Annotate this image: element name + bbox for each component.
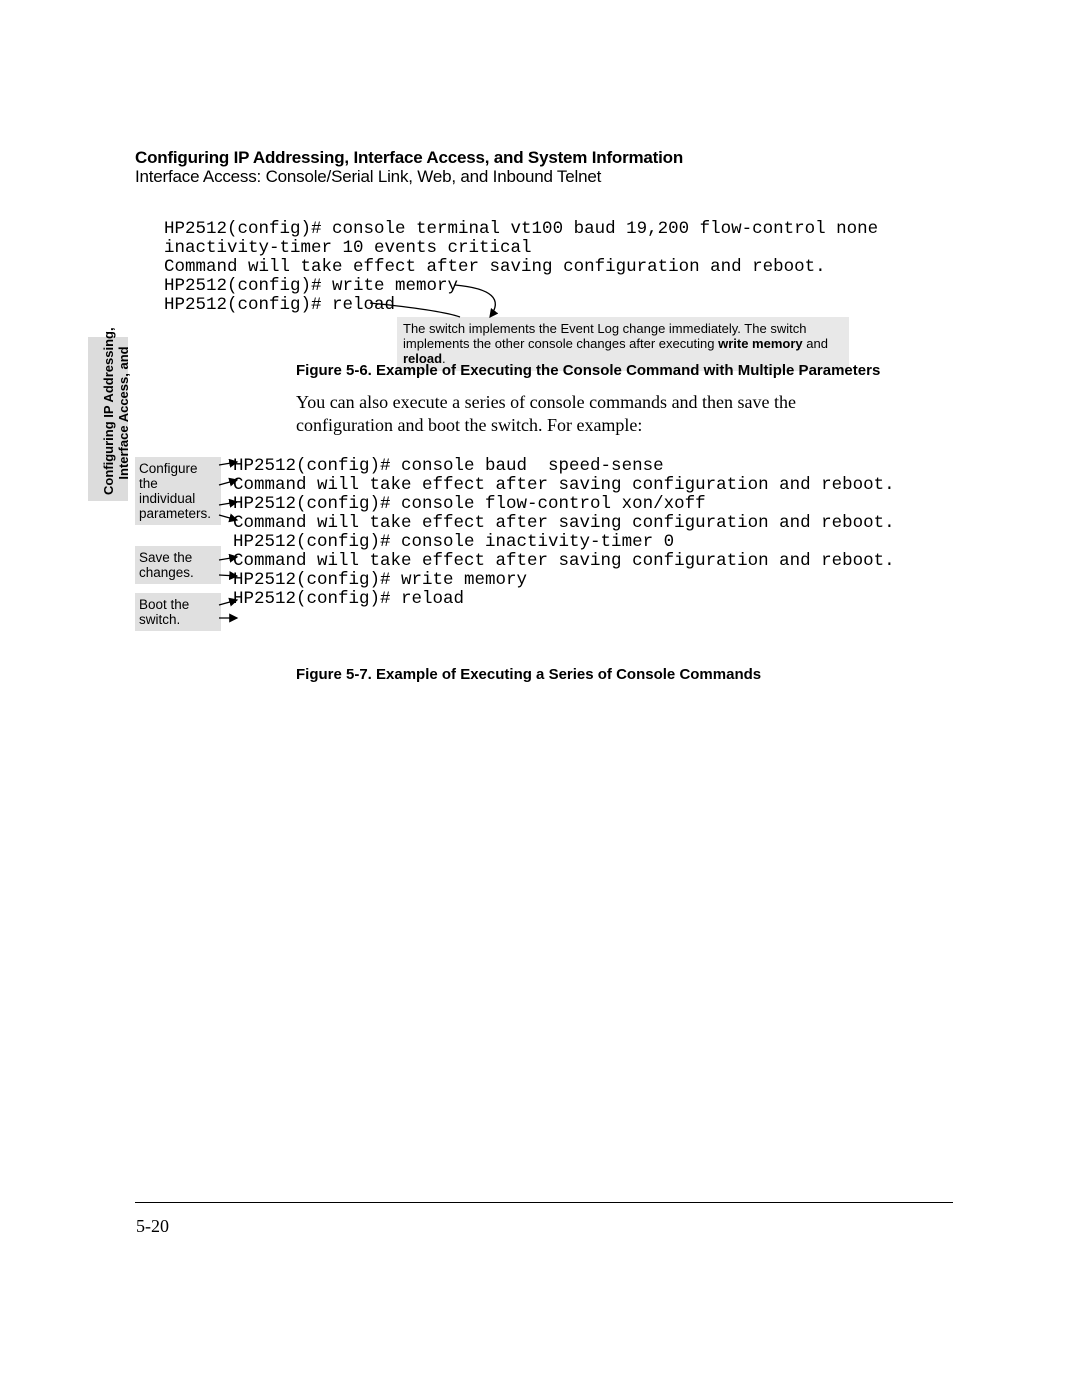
code-line: Command will take effect after saving co… <box>233 513 895 533</box>
side-tab: Configuring IP Addressing, Interface Acc… <box>88 337 128 501</box>
code-line: HP2512(config)# console inactivity-timer… <box>233 532 674 552</box>
footer-rule <box>135 1202 953 1203</box>
body-paragraph: You can also execute a series of console… <box>296 391 836 437</box>
page-number: 5-20 <box>136 1216 169 1237</box>
code-line: HP2512(config)# console terminal vt100 b… <box>164 219 878 239</box>
code-line: HP2512(config)# reload <box>233 589 464 609</box>
code-line: HP2512(config)# console flow-control xon… <box>233 494 706 514</box>
code-line: HP2512(config)# console baud speed-sense <box>233 456 664 476</box>
annotation-save: Save the changes. <box>135 546 221 584</box>
figure-5-6-caption: Figure 5-6. Example of Executing the Con… <box>296 362 880 379</box>
annotation-boot: Boot the switch. <box>135 593 221 631</box>
code-line: Command will take effect after saving co… <box>233 475 895 495</box>
figure-5-7-caption: Figure 5-7. Example of Executing a Serie… <box>296 666 761 683</box>
header-title: Configuring IP Addressing, Interface Acc… <box>135 148 683 168</box>
code-line: inactivity-timer 10 events critical <box>164 238 532 258</box>
code-line: Command will take effect after saving co… <box>233 551 895 571</box>
console-block-1: HP2512(config)# console terminal vt100 b… <box>164 220 878 315</box>
side-tab-label: Configuring IP Addressing, Interface Acc… <box>101 331 131 495</box>
note-bold-1: write memory <box>718 336 803 351</box>
code-line: HP2512(config)# write memory <box>164 276 458 296</box>
code-line: HP2512(config)# reload <box>164 295 395 315</box>
code-line: HP2512(config)# write memory <box>233 570 527 590</box>
side-tab-line2: Interface Access, and <box>116 331 131 495</box>
side-tab-line1: Configuring IP Addressing, <box>101 331 116 495</box>
page: Configuring IP Addressing, Interface Acc… <box>0 0 1080 1397</box>
annotation-configure: Configure the individual parameters. <box>135 457 221 525</box>
code-line: Command will take effect after saving co… <box>164 257 826 277</box>
header-subtitle: Interface Access: Console/Serial Link, W… <box>135 167 601 187</box>
console-block-2: HP2512(config)# console baud speed-sense… <box>233 457 895 609</box>
note-text-2: and <box>803 336 828 351</box>
